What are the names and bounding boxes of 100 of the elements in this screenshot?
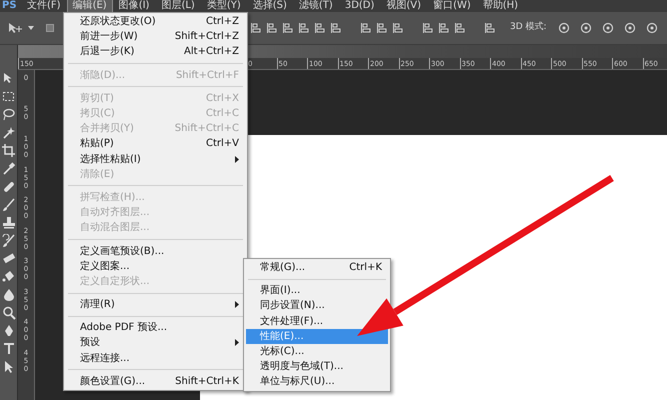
- menu-item-label: 合并拷贝(Y): [80, 122, 134, 136]
- menu-item-label: 拼写检查(H)...: [80, 190, 145, 205]
- menu-item-label: 透明度与色域(T)...: [260, 360, 344, 374]
- menu-item[interactable]: 单位与标尺(U)...: [246, 374, 388, 390]
- 3d-tool-icon[interactable]: [622, 22, 637, 34]
- shortcut-label: Shift+Ctrl+C: [174, 122, 239, 136]
- menu-item-label: 单位与标尺(U)...: [260, 374, 335, 390]
- crop-icon[interactable]: [2, 144, 16, 158]
- menu-bar-item[interactable]: 选择(S): [248, 0, 292, 12]
- shortcut-label: Ctrl+C: [206, 107, 239, 122]
- 3d-tool-icon[interactable]: [556, 22, 571, 34]
- align-icon[interactable]: [484, 22, 496, 34]
- menu-item[interactable]: 常规(G)... Ctrl+K: [246, 260, 388, 276]
- app-logo: PS: [1, 0, 18, 12]
- shortcut-label: Ctrl+V: [206, 137, 239, 152]
- 3d-tool-icon[interactable]: [578, 22, 593, 34]
- menu-item[interactable]: 远程连接...: [66, 350, 245, 366]
- menu-item-label: 定义画笔预设(B)...: [80, 244, 164, 259]
- type-tool-icon[interactable]: [2, 342, 16, 356]
- stamp-icon[interactable]: [2, 216, 16, 230]
- menu-bar-item[interactable]: 视图(V): [381, 0, 426, 12]
- menu-item[interactable]: 光标(C)...: [246, 344, 388, 360]
- menu-item-label: 渐隐(D)...: [80, 68, 126, 83]
- menu-bar-item[interactable]: 类型(Y): [202, 0, 246, 12]
- align-icon[interactable]: [298, 22, 310, 34]
- menu-item-label: 文件处理(F)...: [260, 314, 324, 329]
- menu-item-label: 粘贴(P): [80, 136, 114, 152]
- menu-bar-item[interactable]: 3D(D): [340, 0, 380, 12]
- 3d-tool-icon[interactable]: [644, 22, 659, 34]
- align-icon[interactable]: [422, 22, 434, 34]
- menu-item[interactable]: 还原状态更改(O) Ctrl+Z: [66, 14, 245, 30]
- magnifier-icon[interactable]: [2, 306, 16, 320]
- menu-item-label: Adobe PDF 预设...: [80, 321, 168, 336]
- align-icon[interactable]: [392, 22, 404, 34]
- menu-item-label: 剪切(T): [80, 92, 114, 106]
- menu-item-label: 选择性粘贴(I): [80, 152, 141, 167]
- menu-item-label: 还原状态更改(O): [80, 14, 156, 30]
- menu-item-label: 预设: [80, 336, 100, 350]
- menu-item[interactable]: 透明度与色域(T)...: [246, 359, 388, 374]
- menu-item[interactable]: 选择性粘贴(I): [66, 152, 245, 167]
- menu-item-label: 界面(I)...: [260, 284, 300, 298]
- align-icon[interactable]: [438, 22, 450, 34]
- shortcut-label: Shift+Ctrl+K: [175, 374, 239, 389]
- menu-item-label: 清除(E): [80, 168, 114, 182]
- marquee-icon[interactable]: [2, 90, 16, 104]
- menu-item[interactable]: 定义画笔预设(B)...: [66, 243, 245, 259]
- align-icon[interactable]: [250, 22, 262, 34]
- shortcut-label: Alt+Ctrl+Z: [184, 45, 239, 60]
- menu-bar-item[interactable]: 图像(I): [114, 0, 154, 12]
- menu-item[interactable]: 清理(R): [66, 297, 245, 312]
- menu-item[interactable]: 定义图案...: [66, 258, 245, 274]
- history-brush-icon[interactable]: [2, 234, 16, 248]
- wand-icon[interactable]: [2, 126, 16, 140]
- menu-item[interactable]: 界面(I)...: [246, 283, 388, 298]
- menu-item-label: 后退一步(K): [80, 44, 134, 60]
- eyedropper-icon[interactable]: [2, 162, 16, 176]
- menu-item[interactable]: Adobe PDF 预设...: [66, 320, 245, 336]
- menu-item-label: 定义图案...: [80, 260, 130, 274]
- eraser-icon[interactable]: [2, 252, 16, 266]
- menu-item[interactable]: 后退一步(K) Alt+Ctrl+Z: [66, 44, 245, 60]
- menu-bar-item[interactable]: 编辑(E): [68, 0, 112, 12]
- align-icon[interactable]: [314, 22, 326, 34]
- drop-icon[interactable]: [2, 288, 16, 302]
- menu-bar-item[interactable]: 滤镜(T): [294, 0, 338, 12]
- menu-item-label: 前进一步(W): [80, 30, 138, 44]
- menu-item[interactable]: 粘贴(P) Ctrl+V: [66, 136, 245, 152]
- shortcut-label: Ctrl+K: [349, 261, 382, 276]
- menu-item-label: 性能(E)...: [260, 330, 304, 344]
- menu-bar-item[interactable]: 帮助(H): [478, 0, 524, 12]
- menu-item[interactable]: 前进一步(W) Shift+Ctrl+Z: [66, 29, 245, 44]
- lasso-icon[interactable]: [2, 108, 16, 122]
- align-icon[interactable]: [266, 22, 278, 34]
- align-icon[interactable]: [454, 22, 466, 34]
- menu-item-label: 光标(C)...: [260, 344, 304, 360]
- shortcut-label: Ctrl+X: [206, 92, 239, 106]
- caret-icon[interactable]: [28, 26, 34, 30]
- move-tool-icon[interactable]: [8, 22, 24, 34]
- brush-icon[interactable]: [2, 198, 16, 212]
- menu-item[interactable]: 预设: [66, 335, 245, 351]
- menu-item-label: 颜色设置(G)...: [80, 374, 146, 389]
- menu-item[interactable]: 颜色设置(G)... Shift+Ctrl+K: [66, 374, 245, 389]
- menu-item-label: 同步设置(N)...: [260, 298, 325, 314]
- menu-bar-item[interactable]: 图层(L): [156, 0, 200, 12]
- 3d-tool-icon[interactable]: [600, 22, 615, 34]
- bucket-icon[interactable]: [2, 270, 16, 284]
- menu-item-label: 清理(R): [80, 298, 115, 312]
- shortcut-label: Shift+Ctrl+Z: [174, 30, 239, 44]
- mode-label: 3D 模式:: [510, 21, 547, 34]
- menu-item-label: 自动混合图层...: [80, 221, 150, 236]
- align-icon[interactable]: [376, 22, 388, 34]
- shortcut-label: Ctrl+Z: [206, 15, 239, 30]
- menu-item-label: 拷贝(C): [80, 107, 115, 122]
- align-icon[interactable]: [282, 22, 294, 34]
- menu-item-label: 常规(G)...: [260, 260, 306, 276]
- shortcut-label: Shift+Ctrl+F: [176, 68, 239, 83]
- align-icon[interactable]: [360, 22, 372, 34]
- menu-item-label: 自动对齐图层...: [80, 206, 150, 220]
- align-icon[interactable]: [330, 22, 342, 34]
- menu-item-label: 远程连接...: [80, 352, 130, 366]
- checkbox-icon[interactable]: [46, 24, 54, 32]
